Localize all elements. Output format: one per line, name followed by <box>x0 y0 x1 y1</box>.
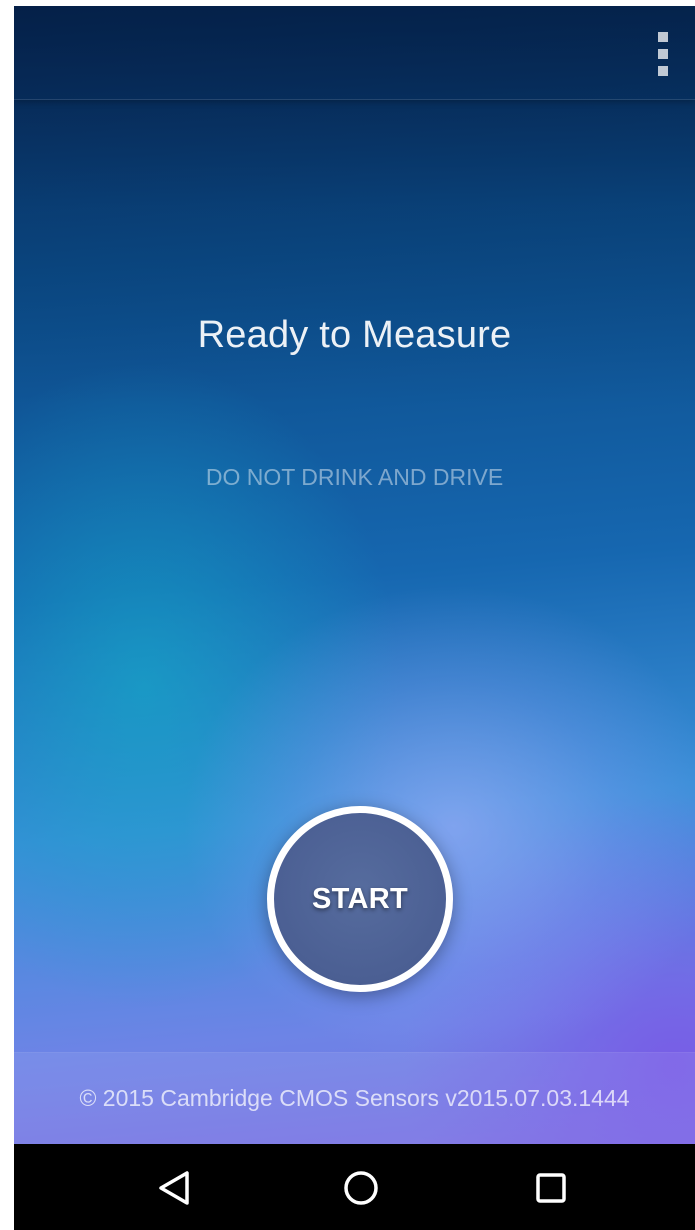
start-button-label: START <box>311 882 408 915</box>
menu-dot <box>658 32 668 42</box>
system-nav-bar <box>14 1144 695 1230</box>
back-triangle-icon[interactable] <box>150 1164 198 1212</box>
menu-dot <box>658 49 668 59</box>
copyright-text: © 2015 Cambridge CMOS Sensors v2015.07.0… <box>79 1085 630 1111</box>
menu-dot <box>658 66 668 76</box>
app-bar <box>14 6 695 100</box>
footer: © 2015 Cambridge CMOS Sensors v2015.07.0… <box>14 1052 695 1144</box>
warning-text: DO NOT DRINK AND DRIVE <box>205 464 504 490</box>
app-screen: Ready to Measure DO NOT DRINK AND DRIVE … <box>14 6 695 1144</box>
status-headline: Ready to Measure <box>197 314 512 356</box>
start-button[interactable]: START <box>267 806 453 992</box>
recents-square-icon[interactable] <box>527 1164 575 1212</box>
home-circle-icon[interactable] <box>337 1164 385 1212</box>
device-frame: Ready to Measure DO NOT DRINK AND DRIVE … <box>0 0 695 1230</box>
overflow-menu-icon[interactable] <box>653 32 673 76</box>
